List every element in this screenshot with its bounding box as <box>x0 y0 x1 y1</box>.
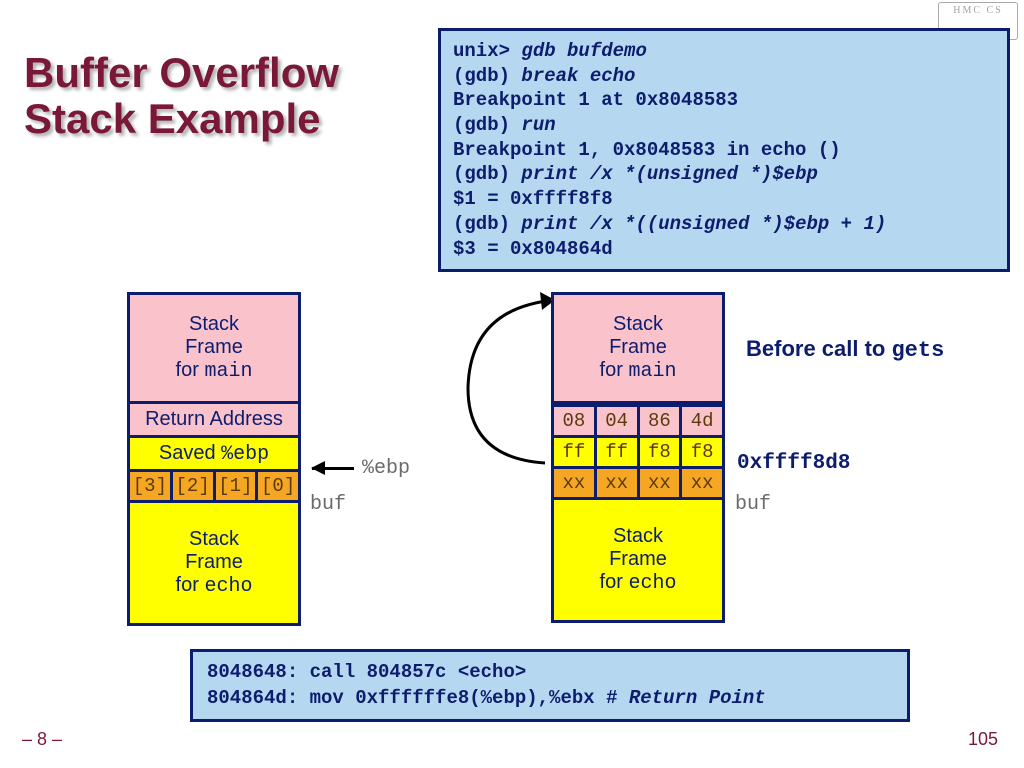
gdb-cmd: break echo <box>521 65 635 87</box>
text: Stack <box>189 313 239 336</box>
stack-diagram-left: Stack Frame for main Return Address Save… <box>127 292 301 626</box>
gdb-cmd: gdb bufdemo <box>521 40 646 62</box>
gdb-output: $1 = 0xffff8f8 <box>453 187 995 212</box>
gdb-output: Breakpoint 1, 0x8048583 in echo () <box>453 138 995 163</box>
byte-cell: ff <box>597 438 640 469</box>
byte-cell: 04 <box>597 404 640 438</box>
byte-cell: xx <box>551 469 597 500</box>
asm-line: 804864d: mov 0xffffffe8(%ebp),%ebx # <box>207 687 629 709</box>
text: for <box>600 359 629 381</box>
gdb-session-box: unix> gdb bufdemo (gdb) break echo Break… <box>438 28 1010 272</box>
text: Saved <box>159 442 221 464</box>
text: Frame <box>185 551 243 574</box>
gdb-cmd: run <box>521 114 555 136</box>
return-addr-bytes: 08 04 86 4d <box>551 404 725 438</box>
gdb-output: Breakpoint 1 at 0x8048583 <box>453 88 995 113</box>
stack-frame-main: Stack Frame for main <box>127 292 301 404</box>
stack-frame-main: Stack Frame for main <box>551 292 725 404</box>
ebp-pointer-arrow: %ebp <box>312 457 410 480</box>
gdb-prompt: (gdb) <box>453 213 521 235</box>
text: Frame <box>609 548 667 571</box>
title-line-1: Buffer Overflow <box>24 49 339 96</box>
text: %ebp <box>221 443 269 466</box>
before-call-label: Before call to gets <box>746 336 944 363</box>
buf-cell: [3] <box>127 472 173 503</box>
asm-line: 8048648: call 804857c <echo> <box>207 660 893 686</box>
byte-cell: ff <box>551 438 597 469</box>
buf-cell: [2] <box>173 472 216 503</box>
asm-comment: Return Point <box>629 687 766 709</box>
text: main <box>204 360 252 383</box>
byte-cell: 4d <box>682 404 725 438</box>
text: Before call to <box>746 336 891 361</box>
byte-cell: xx <box>682 469 725 500</box>
byte-cell: f8 <box>640 438 683 469</box>
gdb-prompt: (gdb) <box>453 114 521 136</box>
title-line-2: Stack Example <box>24 95 321 142</box>
gdb-prompt: (gdb) <box>453 65 521 87</box>
text: Stack <box>613 525 663 548</box>
buf-row: [3] [2] [1] [0] <box>127 472 301 503</box>
gdb-prompt: unix> <box>453 40 521 62</box>
gdb-cmd: print /x *((unsigned *)$ebp + 1) <box>521 213 886 235</box>
page-footer-right: 105 <box>968 729 998 750</box>
buf-label-left: buf <box>310 493 346 516</box>
page-footer-left: – 8 – <box>22 729 62 750</box>
gdb-prompt: (gdb) <box>453 163 521 185</box>
text: for <box>600 571 629 593</box>
text: Frame <box>609 336 667 359</box>
arrow-icon <box>312 467 354 470</box>
text: echo <box>204 575 252 598</box>
text: for <box>176 574 205 596</box>
gdb-cmd: print /x *(unsigned *)$ebp <box>521 163 817 185</box>
text: Stack <box>189 528 239 551</box>
byte-cell: xx <box>597 469 640 500</box>
saved-ebp-bytes: ff ff f8 f8 <box>551 438 725 469</box>
text: Stack <box>613 313 663 336</box>
stack-diagram-right: Stack Frame for main 08 04 86 4d ff ff f… <box>551 292 725 623</box>
text: for <box>176 359 205 381</box>
byte-cell: xx <box>640 469 683 500</box>
byte-cell: 86 <box>640 404 683 438</box>
gdb-output: $3 = 0x804864d <box>453 237 995 262</box>
return-address-cell: Return Address <box>127 404 301 438</box>
buf-bytes: xx xx xx xx <box>551 469 725 500</box>
saved-ebp-cell: Saved %ebp <box>127 438 301 472</box>
buf-cell: [1] <box>216 472 259 503</box>
stack-frame-echo: Stack Frame for echo <box>127 503 301 626</box>
text: Frame <box>185 336 243 359</box>
text: echo <box>628 572 676 595</box>
text: main <box>628 360 676 383</box>
stack-address-label: 0xffff8d8 <box>737 452 850 475</box>
buf-cell: [0] <box>258 472 301 503</box>
ebp-label: %ebp <box>362 457 410 480</box>
byte-cell: f8 <box>682 438 725 469</box>
slide-title: Buffer Overflow Stack Example <box>24 50 339 142</box>
text: gets <box>891 338 944 363</box>
byte-cell: 08 <box>551 404 597 438</box>
buf-label-right: buf <box>735 493 771 516</box>
disassembly-box: 8048648: call 804857c <echo> 804864d: mo… <box>190 649 910 722</box>
stack-frame-echo: Stack Frame for echo <box>551 500 725 623</box>
